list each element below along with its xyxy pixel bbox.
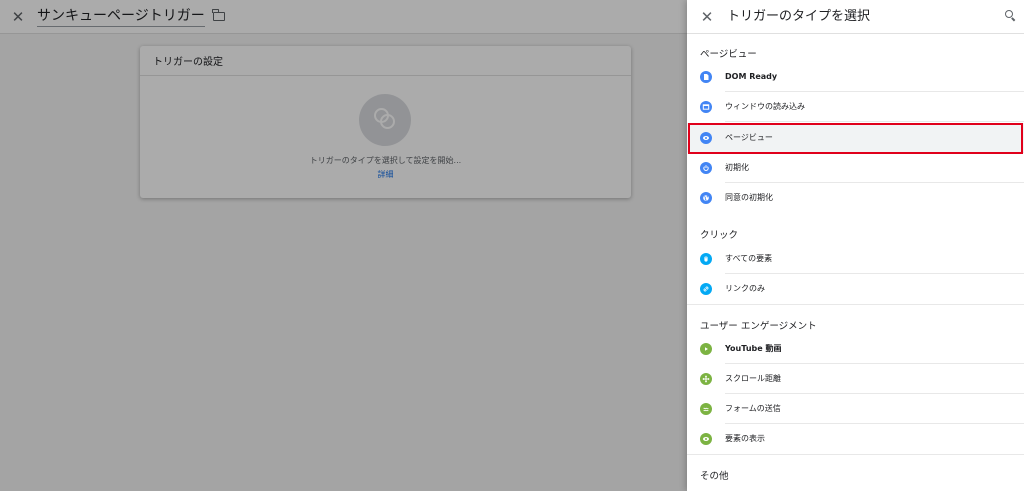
scroll-icon — [700, 373, 712, 385]
modal-overlay[interactable] — [0, 0, 687, 491]
close-icon[interactable]: ✕ — [700, 9, 714, 25]
trigger-item-links-only[interactable]: リンクのみ — [687, 274, 1024, 304]
eye-icon — [700, 433, 712, 445]
trigger-item-label: 要素の表示 — [725, 434, 765, 443]
section-divider — [687, 454, 1024, 455]
search-icon[interactable] — [1005, 10, 1016, 22]
trigger-item-window-load[interactable]: ウィンドウの読み込み — [687, 92, 1024, 122]
trigger-item-label: フォームの送信 — [725, 404, 781, 413]
section-click: クリック — [700, 230, 739, 241]
trigger-item-all-elements[interactable]: すべての要素 — [687, 244, 1024, 274]
power-icon — [700, 162, 712, 174]
trigger-type-panel: ✕ トリガーのタイプを選択 ページビュー DOM Ready ウィンドウの読み込… — [687, 0, 1024, 491]
trigger-item-label: リンクのみ — [725, 284, 765, 293]
form-icon — [700, 403, 712, 415]
trigger-item-element-visibility[interactable]: 要素の表示 — [687, 424, 1024, 454]
trigger-item-consent-initialization[interactable]: 同意の初期化 — [687, 183, 1024, 213]
trigger-item-form-submission[interactable]: フォームの送信 — [687, 394, 1024, 424]
trigger-item-label: すべての要素 — [725, 254, 773, 263]
trigger-item-label: DOM Ready — [725, 72, 778, 81]
section-divider — [687, 304, 1024, 305]
section-other: その他 — [700, 471, 729, 482]
trigger-item-label: 同意の初期化 — [725, 193, 773, 202]
link-icon — [700, 283, 712, 295]
trigger-item-label: スクロール距離 — [725, 374, 781, 383]
mouse-icon — [700, 253, 712, 265]
play-icon — [700, 343, 712, 355]
section-pageview: ページビュー — [700, 49, 757, 60]
trigger-item-label: ウィンドウの読み込み — [725, 102, 805, 111]
document-icon — [700, 71, 712, 83]
window-icon — [700, 101, 712, 113]
trigger-item-initialization[interactable]: 初期化 — [687, 153, 1024, 183]
trigger-item-label: YouTube 動画 — [725, 344, 782, 353]
trigger-item-dom-ready[interactable]: DOM Ready — [687, 62, 1024, 92]
panel-header: ✕ トリガーのタイプを選択 — [687, 0, 1024, 34]
trigger-item-scroll-depth[interactable]: スクロール距離 — [687, 364, 1024, 394]
globe-icon — [700, 192, 712, 204]
trigger-item-label: 初期化 — [725, 163, 749, 172]
highlight-box — [688, 123, 1023, 154]
section-user-engagement: ユーザー エンゲージメント — [700, 321, 817, 332]
panel-title: トリガーのタイプを選択 — [727, 9, 871, 24]
trigger-item-youtube-video[interactable]: YouTube 動画 — [687, 334, 1024, 364]
